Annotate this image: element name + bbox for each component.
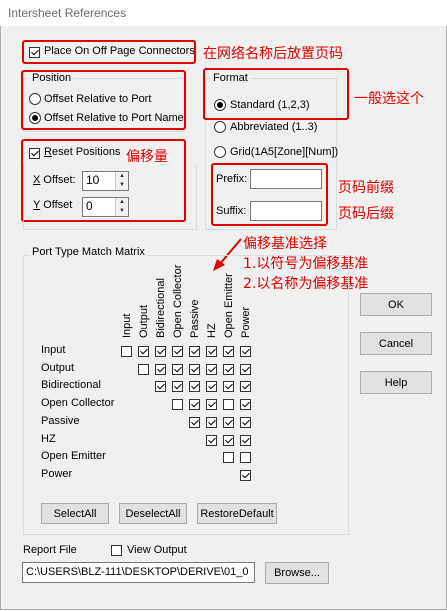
matrix-cell-checkbox[interactable] xyxy=(155,363,166,375)
view-output-label: View Output xyxy=(127,544,187,556)
matrix-column-header: Bidirectional xyxy=(155,278,167,338)
title-bar: Intersheet References xyxy=(0,0,447,26)
matrix-cell-checkbox[interactable] xyxy=(223,434,234,446)
matrix-cell-checkbox[interactable] xyxy=(223,381,234,393)
radio-format-abbreviated-label: Abbreviated (1..3) xyxy=(230,121,318,133)
ok-button[interactable]: OK xyxy=(360,293,432,316)
matrix-cell-checkbox[interactable] xyxy=(155,346,166,357)
position-highlight xyxy=(21,70,186,130)
matrix-cell-checkbox[interactable] xyxy=(240,381,251,393)
matrix-row-label: Bidirectional xyxy=(41,379,101,392)
matrix-group-title: Port Type Match Matrix xyxy=(30,246,147,258)
deselect-all-button[interactable]: DeselectAll xyxy=(119,503,187,524)
radio-format-grid-label: Grid(1A5[Zone][Num]) xyxy=(230,146,339,158)
matrix-cell-checkbox[interactable] xyxy=(240,434,251,446)
matrix-cell-checkbox[interactable] xyxy=(189,381,200,393)
matrix-cell-checkbox[interactable] xyxy=(121,346,132,357)
matrix-row-label: Power xyxy=(41,467,73,480)
matrix-cell-checkbox[interactable] xyxy=(206,399,217,411)
basis-title-annotation: 偏移基准选择 xyxy=(243,236,327,252)
prefix-note-annotation: 页码前缀 xyxy=(338,180,394,196)
matrix-cell-checkbox[interactable] xyxy=(223,399,234,411)
matrix-cell-checkbox[interactable] xyxy=(172,363,183,375)
matrix-row-label: Open Collector xyxy=(41,397,115,410)
matrix-cell-checkbox[interactable] xyxy=(189,399,200,411)
matrix-column-header: Passive xyxy=(189,299,201,338)
matrix-cell-checkbox[interactable] xyxy=(223,416,234,428)
matrix-cell-checkbox[interactable] xyxy=(240,346,251,357)
matrix-cell-checkbox[interactable] xyxy=(172,346,183,357)
matrix-cell-checkbox[interactable] xyxy=(223,363,234,375)
matrix-group xyxy=(23,255,349,535)
matrix-column-header: Open Collector xyxy=(172,264,184,338)
report-file-path-input[interactable]: C:\USERS\BLZ-111\DESKTOP\DERIVE\01_0 xyxy=(22,562,255,583)
view-output-checkbox[interactable] xyxy=(111,545,122,556)
matrix-cell-checkbox[interactable] xyxy=(240,416,251,428)
matrix-cell-checkbox[interactable] xyxy=(206,434,217,446)
matrix-column-header: HZ xyxy=(206,323,218,338)
matrix-cell-checkbox[interactable] xyxy=(138,346,149,357)
select-all-button[interactable]: SelectAll xyxy=(41,503,109,524)
matrix-row-label: Output xyxy=(41,361,75,374)
matrix-cell-checkbox[interactable] xyxy=(240,363,251,375)
matrix-cell-checkbox[interactable] xyxy=(206,381,217,393)
matrix-column-header: Power xyxy=(240,306,252,338)
matrix-cell-checkbox[interactable] xyxy=(138,363,149,375)
radio-format-abbreviated[interactable] xyxy=(214,121,226,133)
suffix-note-annotation: 页码后缀 xyxy=(338,206,394,222)
matrix-cell-checkbox[interactable] xyxy=(206,416,217,428)
matrix-cell-checkbox[interactable] xyxy=(223,452,234,464)
offset-group xyxy=(23,164,197,230)
format-standard-highlight xyxy=(203,68,349,120)
browse-button[interactable]: Browse... xyxy=(265,562,329,584)
matrix-cell-checkbox[interactable] xyxy=(240,399,251,411)
matrix-cell-checkbox[interactable] xyxy=(155,381,166,393)
matrix-cell-checkbox[interactable] xyxy=(223,346,234,357)
matrix-cell-checkbox[interactable] xyxy=(172,399,183,411)
matrix-row-label: Input xyxy=(41,344,66,356)
place-note-annotation: 在网络名称后放置页码 xyxy=(203,46,343,62)
matrix-row-label: Open Emitter xyxy=(41,450,106,463)
matrix-column-header: Open Emitter xyxy=(223,273,235,338)
help-button[interactable]: Help xyxy=(360,371,432,394)
matrix-column-header: Output xyxy=(138,304,150,338)
matrix-cell-checkbox[interactable] xyxy=(240,452,251,464)
matrix-cell-checkbox[interactable] xyxy=(172,381,183,393)
matrix-cell-checkbox[interactable] xyxy=(240,469,251,481)
matrix-row-label: HZ xyxy=(41,432,56,445)
matrix-cell-checkbox[interactable] xyxy=(189,416,200,428)
matrix-row-label: Passive xyxy=(41,414,80,427)
window-title: Intersheet References xyxy=(8,6,127,20)
restore-default-button[interactable]: RestoreDefault xyxy=(197,503,277,524)
matrix-cell-checkbox[interactable] xyxy=(206,363,217,375)
prefix-suffix-highlight xyxy=(211,163,328,226)
radio-format-grid[interactable] xyxy=(214,146,226,158)
matrix-cell-checkbox[interactable] xyxy=(189,346,200,357)
cancel-button[interactable]: Cancel xyxy=(360,332,432,355)
report-file-label: Report File xyxy=(23,544,77,556)
matrix-cell-checkbox[interactable] xyxy=(189,363,200,375)
place-on-off-page-highlight xyxy=(22,40,196,64)
format-note-annotation: 一般选这个 xyxy=(354,91,424,107)
matrix-cell-checkbox[interactable] xyxy=(206,346,217,357)
matrix-column-header: Input xyxy=(121,313,133,338)
